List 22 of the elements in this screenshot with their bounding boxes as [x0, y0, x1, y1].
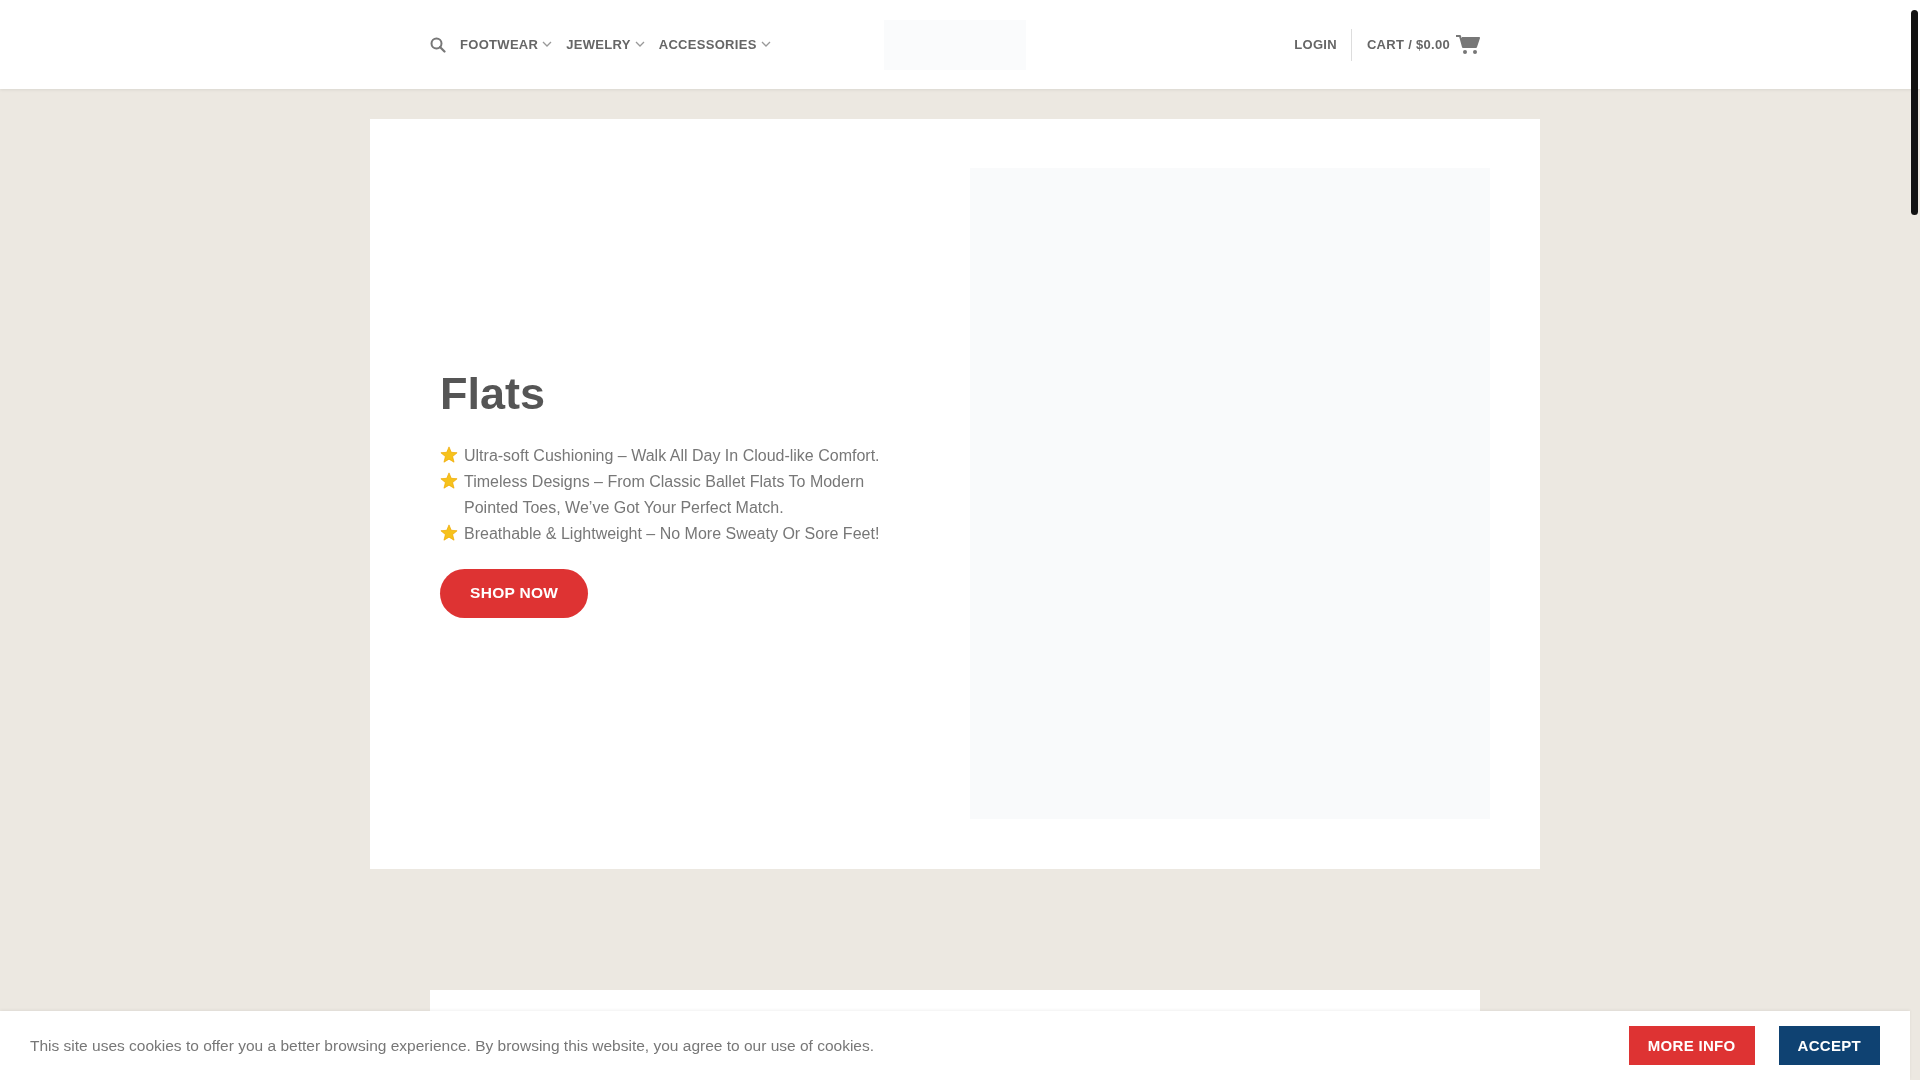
star-icon	[440, 471, 458, 490]
feature-text: Breathable & Lightweight – No More Sweaty Or Sore Feet!	[464, 523, 880, 544]
star-icon	[440, 523, 458, 542]
hero-title: Flats	[440, 369, 547, 419]
star-icon	[440, 445, 458, 464]
nav-link[interactable]: FOOTWEAR	[460, 37, 553, 52]
accept-button[interactable]: ACCEPT	[1778, 1026, 1880, 1065]
feature-text: Ultra-soft Cushioning – Walk All Day In Cloud-like Comfort.	[464, 445, 880, 466]
caret-icon	[760, 41, 771, 48]
feature-text: Timeless Designs – From Classic Ballet Flats To Modern Pointed Toes, We’ve Got Your Perfect Match.	[464, 471, 866, 518]
nav-link[interactable]: JEWELRY	[566, 37, 645, 52]
nav-link[interactable]: ACCESSORIES	[658, 37, 771, 52]
search-icon[interactable]	[430, 36, 446, 53]
cookie-message: This site uses cookies to offer you a better browsing experience. By browsing this website, you agree to our use of cookies.	[30, 1036, 876, 1055]
scrollbar-thumb[interactable]	[1911, 10, 1918, 215]
login-link[interactable]: LOGIN	[1294, 28, 1352, 61]
caret-icon	[634, 41, 645, 48]
caret-icon	[542, 41, 553, 48]
cart-link[interactable]: CART / $0.00	[1366, 33, 1480, 56]
shop-now-button[interactable]: SHOP NOW	[440, 568, 589, 618]
cart-icon[interactable]	[1456, 33, 1480, 56]
more-info-button[interactable]: MORE INFO	[1628, 1026, 1755, 1065]
